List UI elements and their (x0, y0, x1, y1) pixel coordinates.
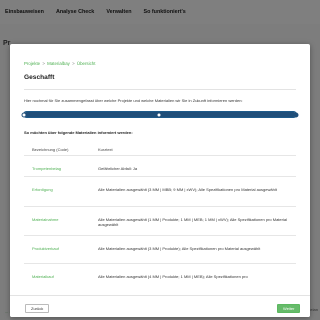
materials-table: Bezeichnung (Code) Kurztext Trompetenbel… (24, 144, 296, 290)
breadcrumb-separator: > (72, 61, 75, 66)
summary-modal: Projekte > Materialbay > Übersicht Gesch… (10, 44, 310, 317)
material-short-text: Alle Materialien ausgewählt (1 MM | Prod… (98, 217, 287, 228)
material-code-link[interactable]: Erfordigung (24, 177, 98, 192)
title-divider (24, 89, 296, 90)
breadcrumb-uebersicht[interactable]: Übersicht (77, 61, 96, 66)
breadcrumb-separator: > (42, 61, 45, 66)
material-short-text: Alle Materialien ausgewählt (3 MM | Prod… (98, 246, 261, 251)
material-short-text: Alle Materialien ausgewählt (4 MM | Prod… (98, 274, 248, 279)
table-header: Bezeichnung (Code) Kurztext (24, 144, 296, 156)
column-header-bezeichnung: Bezeichnung (Code) (32, 147, 69, 152)
breadcrumb-projekte[interactable]: Projekte (24, 61, 40, 66)
progress-step-2 (156, 112, 162, 117)
table-row: Materialkauf Alle Materialien ausgewählt… (24, 264, 296, 290)
material-code-link[interactable]: Produktverkauf (24, 236, 98, 251)
material-short-text: Alle Materialien ausgewählt (3 MM | MBB;… (98, 187, 277, 192)
column-header-kurztext: Kurztext (98, 147, 113, 152)
material-short-text: Gefährlicher Abfall: Ja (98, 166, 138, 171)
breadcrumb: Projekte > Materialbay > Übersicht (24, 61, 95, 66)
table-row: Trompetenbelag Gefährlicher Abfall: Ja (24, 156, 296, 177)
table-row: Materialnahme Alle Materialien ausgewähl… (24, 207, 296, 236)
back-button[interactable]: Zurück (25, 304, 50, 313)
next-button[interactable]: Weiter (277, 304, 301, 313)
progress-step-1 (21, 112, 27, 117)
modal-footer (10, 295, 310, 317)
table-row: Erfordigung Alle Materialien ausgewählt … (24, 177, 296, 207)
breadcrumb-materialbay[interactable]: Materialbay (47, 61, 70, 66)
material-code-link[interactable]: Materialnahme (24, 207, 98, 222)
materials-question: So möchten über folgende Materialien inf… (24, 130, 133, 135)
progress-bar (21, 111, 299, 118)
modal-title: Geschafft (24, 74, 55, 81)
table-row: Produktverkauf Alle Materialien ausgewäh… (24, 236, 296, 264)
summary-description: Hier nochmal für Sie zusammengefasst übe… (24, 98, 243, 103)
material-code-link[interactable]: Materialkauf (24, 264, 98, 279)
material-code-link[interactable]: Trompetenbelag (24, 156, 98, 171)
progress-step-3 (293, 112, 299, 117)
